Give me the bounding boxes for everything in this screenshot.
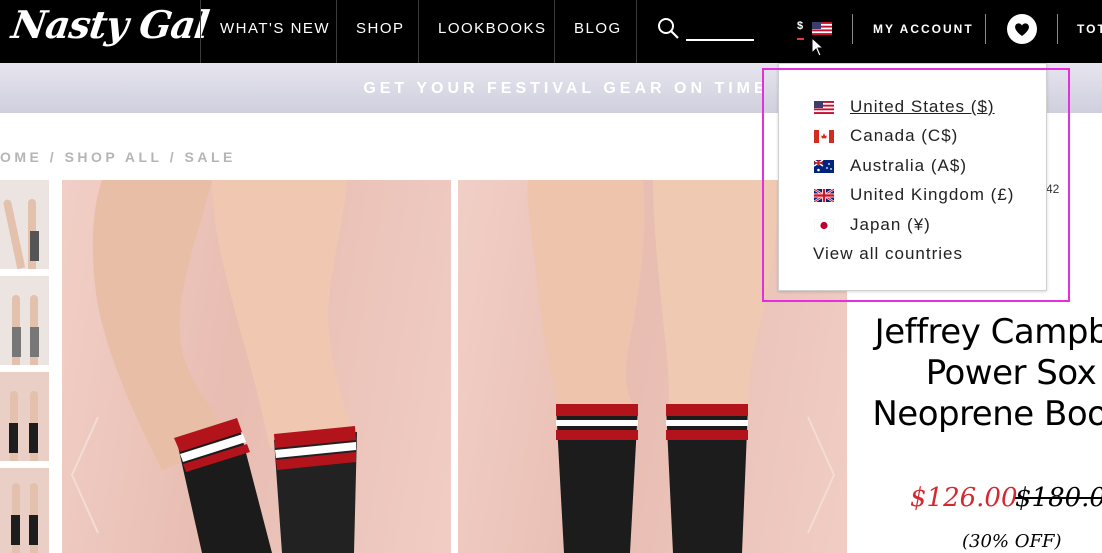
nav-blog[interactable]: BLOG: [574, 0, 622, 63]
thumbnail-4[interactable]: [0, 468, 49, 553]
nav-divider: [636, 0, 637, 63]
thumbnail-sock: [30, 231, 39, 261]
product-image-main[interactable]: [62, 180, 451, 553]
nav-whats-new[interactable]: WHAT'S NEW: [220, 0, 330, 63]
currency-symbol[interactable]: $: [797, 20, 803, 32]
header-divider: [1057, 14, 1058, 44]
thumbnail-sock: [29, 515, 38, 545]
my-account-link[interactable]: MY ACCOUNT: [873, 22, 974, 36]
heart-icon: [1015, 23, 1029, 36]
highlight-annotation: [762, 68, 1070, 302]
discount-label: (30% OFF): [962, 531, 1062, 552]
nav-shop[interactable]: SHOP: [356, 0, 405, 63]
thumbnail-sock: [30, 327, 39, 357]
thumbnail-sock: [29, 423, 38, 453]
nav-divider: [200, 0, 201, 63]
breadcrumb: OME / SHOP ALL / SALE: [0, 149, 236, 165]
breadcrumb-home[interactable]: OME: [0, 149, 42, 165]
wishlist-button[interactable]: [1007, 14, 1037, 44]
nav-divider: [336, 0, 337, 63]
sale-price: $126.00: [910, 483, 1018, 513]
nav-divider: [418, 0, 419, 63]
search-input[interactable]: [686, 39, 754, 41]
header-divider: [852, 14, 853, 44]
top-navigation-bar: Nasty Gal WHAT'S NEW SHOP LOOKBOOKS BLOG…: [0, 0, 1102, 63]
breadcrumb-separator: /: [162, 149, 185, 165]
nav-lookbooks[interactable]: LOOKBOOKS: [438, 0, 547, 63]
mouse-cursor-icon: [811, 37, 825, 57]
currency-underline: [797, 38, 804, 40]
legs-illustration: [92, 180, 357, 553]
breadcrumb-sale[interactable]: SALE: [185, 149, 236, 165]
thumbnail-sock: [11, 515, 20, 545]
product-title: Jeffrey Campbell Power Sox Neoprene Boot…: [872, 312, 1102, 434]
original-price: $180.00: [1015, 483, 1102, 513]
us-flag-icon[interactable]: [812, 22, 832, 35]
breadcrumb-separator: /: [42, 149, 65, 165]
thumbnail-sock: [9, 423, 18, 453]
thumbnail-1[interactable]: [0, 180, 49, 269]
thumbnail-2[interactable]: [0, 276, 49, 365]
tote-link[interactable]: TOT: [1077, 22, 1102, 36]
nav-divider: [554, 0, 555, 63]
thumbnail-sock: [12, 327, 21, 357]
previous-image-arrow-icon[interactable]: [68, 415, 104, 535]
breadcrumb-shop-all[interactable]: SHOP ALL: [65, 149, 163, 165]
brand-logo[interactable]: Nasty Gal: [9, 2, 211, 47]
next-image-arrow-icon[interactable]: [802, 415, 838, 535]
thumbnail-leg: [2, 198, 26, 269]
thumbnail-3[interactable]: [0, 372, 49, 461]
search-icon[interactable]: [656, 16, 680, 40]
header-divider: [985, 14, 986, 44]
